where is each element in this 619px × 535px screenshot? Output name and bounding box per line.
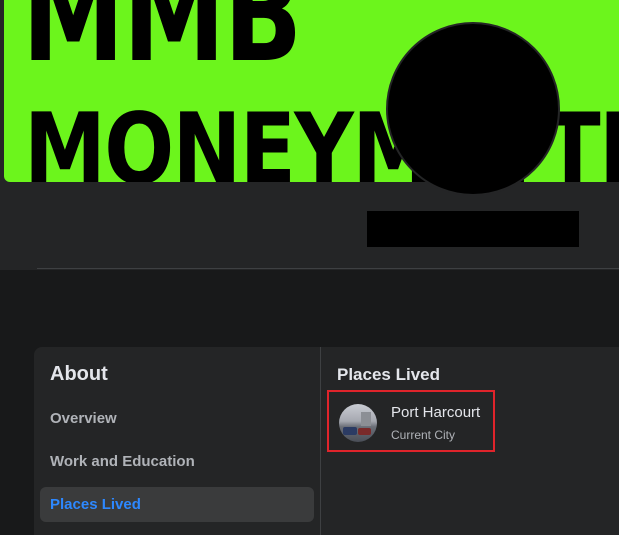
profile-header: MMB MONEYMATTR	[0, 0, 619, 270]
nav-item-work-and-education[interactable]: Work and Education	[40, 444, 314, 479]
place-type-label: Current City	[391, 428, 456, 442]
nav-item-overview[interactable]: Overview	[40, 401, 314, 436]
cover-text-line1: MMB	[22, 0, 302, 92]
section-title-places-lived: Places Lived	[337, 365, 441, 384]
nav-item-places-lived[interactable]: Places Lived	[40, 487, 314, 522]
about-sidebar: About Overview Work and Education Places…	[34, 347, 321, 535]
about-card: About Overview Work and Education Places…	[34, 347, 619, 535]
about-title: About	[50, 363, 108, 385]
city-photo-thumbnail[interactable]	[339, 404, 377, 442]
profile-avatar[interactable]	[386, 22, 560, 196]
header-divider	[37, 268, 619, 269]
place-entry-current-city[interactable]: Port Harcourt Current City	[327, 390, 495, 452]
about-content: Places Lived Port Harcourt Current City	[321, 347, 619, 535]
profile-name-redacted	[367, 211, 579, 247]
place-name-link[interactable]: Port Harcourt	[391, 404, 480, 421]
